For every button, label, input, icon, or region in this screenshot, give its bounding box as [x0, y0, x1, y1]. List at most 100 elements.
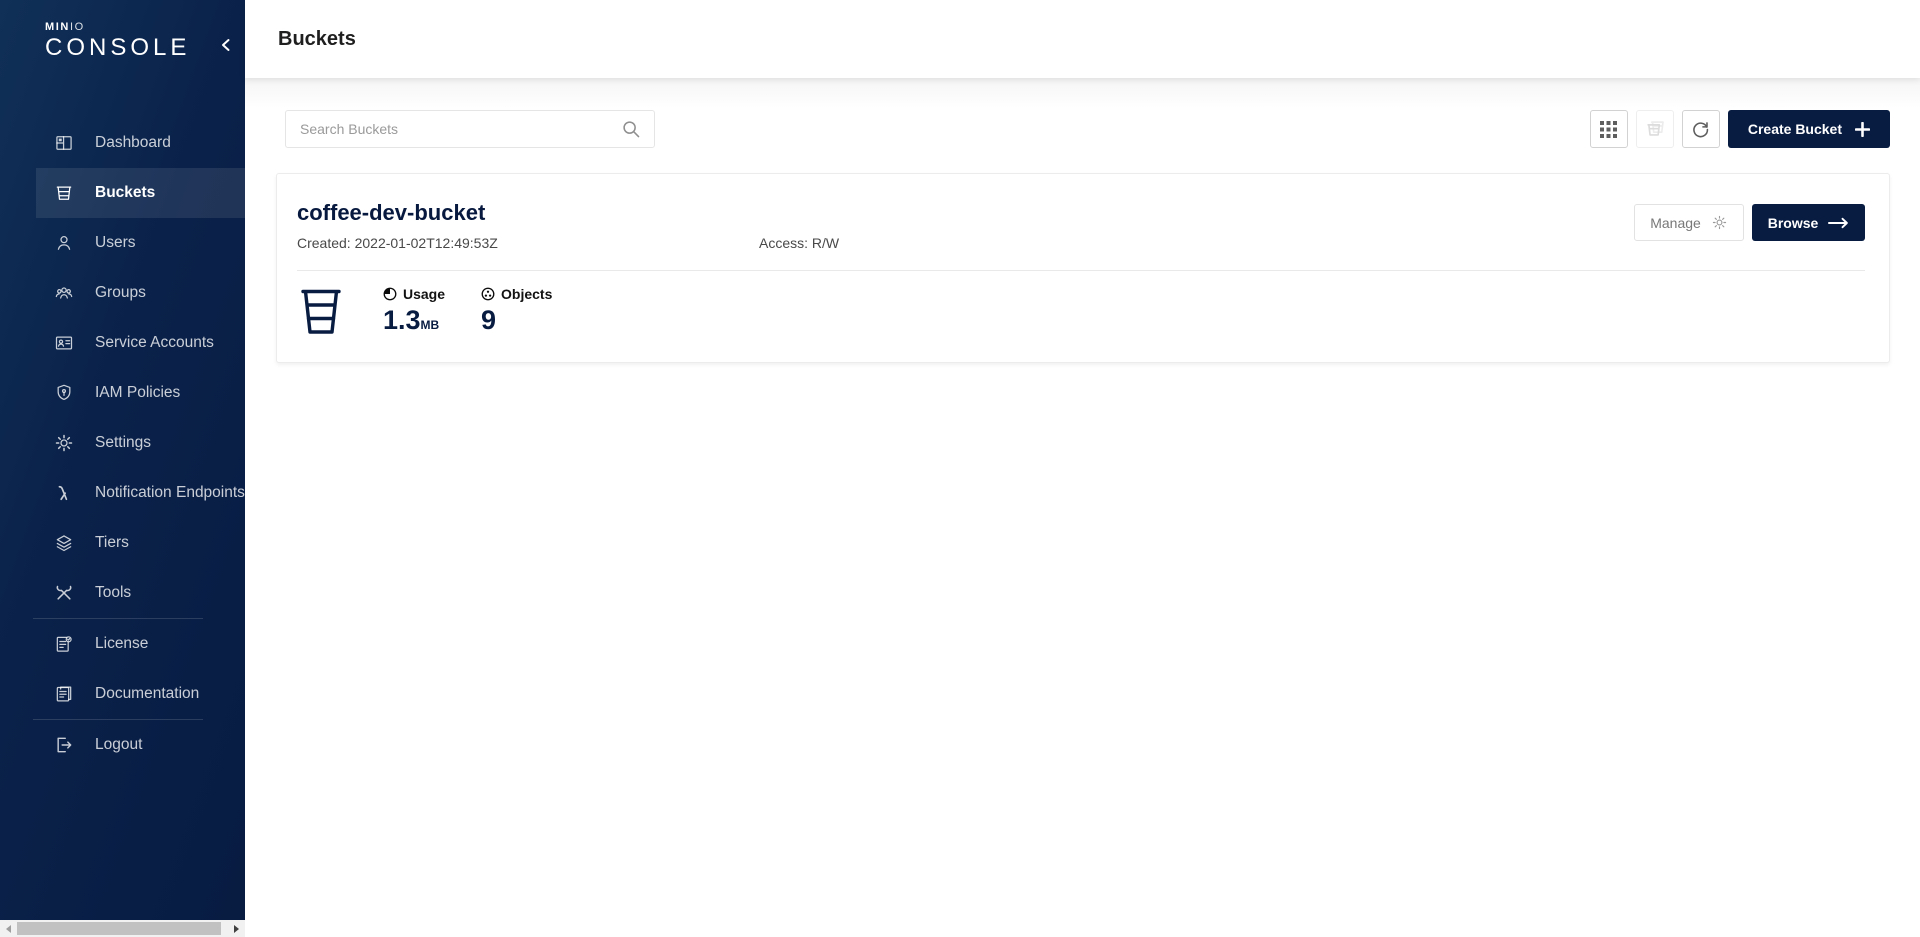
usage-label: Usage: [403, 286, 445, 302]
sidebar-item-service-accounts[interactable]: Service Accounts: [36, 318, 245, 368]
bucket-access: Access: R/W: [759, 235, 839, 251]
scrollbar-left-arrow[interactable]: [0, 920, 17, 937]
sidebar-content: MINIO CONSOLE Dashboard Buckets: [0, 0, 245, 920]
sidebar-item-logout[interactable]: Logout: [36, 720, 245, 770]
main-area: Buckets: [245, 0, 1920, 937]
brand-minio-bold: MIN: [45, 21, 70, 33]
chevron-left-icon: [220, 38, 231, 52]
layers-icon: [54, 533, 74, 553]
sidebar-menu: Dashboard Buckets Users Groups: [0, 118, 245, 770]
bucket-name: coffee-dev-bucket: [297, 200, 1865, 226]
sidebar-item-iam-policies[interactable]: IAM Policies: [36, 368, 245, 418]
objects-label-row: Objects: [481, 286, 552, 302]
created-label: Created:: [297, 235, 351, 251]
sidebar-item-label: Buckets: [95, 184, 155, 202]
groups-icon: [54, 283, 74, 303]
plus-icon: [1855, 122, 1870, 137]
page-header: Buckets: [245, 0, 1920, 78]
objects-label: Objects: [501, 286, 552, 302]
sidebar-item-settings[interactable]: Settings: [36, 418, 245, 468]
triangle-left-icon: [6, 925, 11, 933]
sidebar-item-label: Documentation: [95, 685, 199, 703]
manage-button[interactable]: Manage: [1634, 204, 1744, 241]
content-area: Create Bucket coffee-dev-bucket Created:…: [245, 78, 1920, 937]
brand-console: CONSOLE: [45, 36, 190, 60]
sidebar-item-label: License: [95, 635, 148, 653]
grid-view-icon: [1599, 120, 1618, 139]
sidebar-item-license[interactable]: License: [36, 619, 245, 669]
gear-icon: [1711, 214, 1728, 231]
sidebar-item-tiers[interactable]: Tiers: [36, 518, 245, 568]
usage-number: 1.3: [383, 305, 421, 335]
card-divider: [297, 270, 1865, 271]
refresh-icon: [1690, 119, 1711, 140]
sidebar-item-label: Dashboard: [95, 134, 171, 152]
sidebar-item-label: Tiers: [95, 534, 129, 552]
search-input[interactable]: [300, 121, 620, 137]
lambda-icon: [54, 483, 74, 503]
created-value: 2022-01-02T12:49:53Z: [355, 235, 498, 251]
create-bucket-button[interactable]: Create Bucket: [1728, 110, 1890, 148]
sidebar-item-groups[interactable]: Groups: [36, 268, 245, 318]
browse-button[interactable]: Browse: [1752, 204, 1865, 241]
arrow-right-icon: [1828, 217, 1849, 229]
manage-label: Manage: [1650, 215, 1701, 231]
sidebar-item-label: Settings: [95, 434, 151, 452]
refresh-button[interactable]: [1682, 110, 1720, 148]
browse-label: Browse: [1768, 215, 1819, 231]
objects-value: 9: [481, 307, 552, 334]
usage-label-row: Usage: [383, 286, 445, 302]
objects-number: 9: [481, 305, 496, 335]
triangle-right-icon: [234, 925, 239, 933]
sidebar-item-label: Users: [95, 234, 135, 252]
user-icon: [54, 233, 74, 253]
search-icon: [620, 118, 642, 140]
sidebar-item-tools[interactable]: Tools: [36, 568, 245, 618]
logo-row: MINIO CONSOLE: [0, 0, 245, 60]
brand-minio-light: IO: [70, 21, 85, 33]
usage-value: 1.3MB: [383, 307, 445, 334]
horizontal-scrollbar: [0, 920, 245, 937]
gear-icon: [54, 433, 74, 453]
usage-metric: Usage 1.3MB: [383, 286, 445, 334]
sidebar-item-label: Service Accounts: [95, 334, 214, 352]
sidebar-item-label: Tools: [95, 584, 131, 602]
buckets-list-icon: [1644, 118, 1666, 140]
sidebar-collapse-button[interactable]: [220, 38, 231, 52]
access-value: R/W: [812, 235, 839, 251]
bucket-icon: [297, 286, 345, 336]
sidebar-item-users[interactable]: Users: [36, 218, 245, 268]
tools-icon: [54, 583, 74, 603]
scrollbar-thumb[interactable]: [17, 922, 221, 935]
scrollbar-right-arrow[interactable]: [228, 920, 245, 937]
create-bucket-label: Create Bucket: [1748, 121, 1842, 137]
bucket-meta-row: Created: 2022-01-02T12:49:53Z Access: R/…: [297, 235, 1865, 251]
bucket-icon: [54, 183, 74, 203]
list-view-button[interactable]: [1636, 110, 1674, 148]
minio-console-logo: MINIO CONSOLE: [45, 22, 190, 60]
sidebar-item-buckets[interactable]: Buckets: [36, 168, 245, 218]
bucket-created: Created: 2022-01-02T12:49:53Z: [297, 235, 759, 251]
documentation-icon: [54, 684, 74, 704]
sidebar-item-notification-endpoints[interactable]: Notification Endpoints: [36, 468, 245, 518]
sidebar-item-dashboard[interactable]: Dashboard: [36, 118, 245, 168]
bucket-metrics: Usage 1.3MB Objects 9: [297, 286, 1865, 336]
shield-icon: [54, 383, 74, 403]
search-box: [285, 110, 655, 148]
id-card-icon: [54, 333, 74, 353]
sidebar-item-label: Groups: [95, 284, 146, 302]
sidebar-item-documentation[interactable]: Documentation: [36, 669, 245, 719]
usage-pie-icon: [383, 287, 397, 301]
brand-minio: MINIO: [45, 22, 190, 33]
sidebar: MINIO CONSOLE Dashboard Buckets: [0, 0, 245, 937]
objects-metric: Objects 9: [481, 286, 552, 334]
bucket-card: coffee-dev-bucket Created: 2022-01-02T12…: [276, 173, 1890, 363]
grid-view-button[interactable]: [1590, 110, 1628, 148]
page-title: Buckets: [278, 28, 356, 51]
sidebar-item-label: Logout: [95, 736, 142, 754]
sidebar-item-label: Notification Endpoints: [95, 484, 245, 502]
access-label: Access:: [759, 235, 808, 251]
dashboard-icon: [54, 133, 74, 153]
usage-unit: MB: [421, 318, 440, 332]
sidebar-item-label: IAM Policies: [95, 384, 180, 402]
